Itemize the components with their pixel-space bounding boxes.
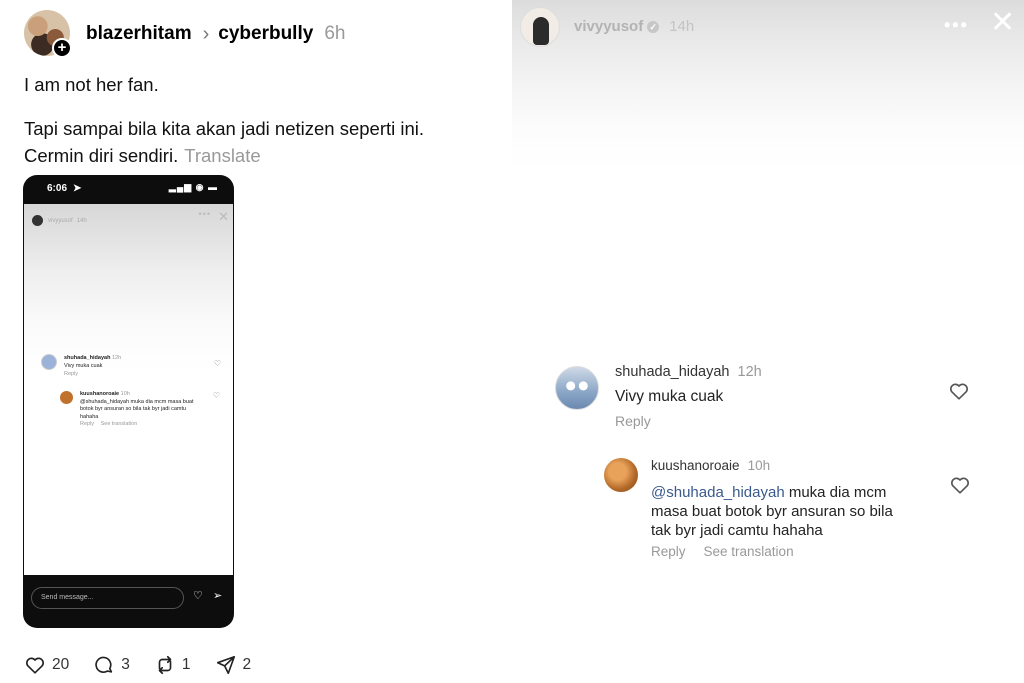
like-button[interactable]: 20 xyxy=(24,654,69,676)
phone-more-icon: ••• xyxy=(198,209,211,219)
phone-status-bar: 6:06 ➤ ▂▄▆ ◉ ▬ xyxy=(23,175,234,203)
phone-story-header: vivyyusof 14h xyxy=(31,214,87,227)
heart-icon xyxy=(950,383,968,400)
repost-icon xyxy=(158,655,172,675)
comment-2-text-line1: muka dia mcm xyxy=(784,484,887,501)
post-actions: 20 3 1 2 xyxy=(24,654,275,676)
story-view: vivyyusof ✓ 14h ••• ✕ xyxy=(512,0,1024,683)
phone-heart-icon: ♡ xyxy=(212,391,220,400)
heart-icon xyxy=(951,477,969,494)
comment-2-time: 10h xyxy=(747,458,771,473)
phone-comment-2-reply: Reply xyxy=(80,421,95,427)
comment-2-like-button[interactable] xyxy=(949,474,971,501)
post-text-2-line2: Cermin diri sendiri. xyxy=(24,145,179,166)
post-text-1: I am not her fan. xyxy=(24,74,159,95)
chevron-right-icon: › xyxy=(202,23,210,45)
close-icon[interactable]: ✕ xyxy=(990,8,1015,38)
phone-comment-2-avatar xyxy=(60,391,73,404)
like-count: 20 xyxy=(52,656,70,673)
phone-status-icons: ▂▄▆ ◉ ▬ xyxy=(168,182,218,192)
comment-2-meta: Reply See translation xyxy=(651,544,794,559)
phone-comment-2-text: @shuhada_hidayah muka dia mcm masa buat … xyxy=(80,398,194,420)
phone-send-icon: ➢ xyxy=(213,590,223,602)
comment-2-text-line3: tak byr jadi camtu hahaha xyxy=(651,522,823,539)
comment-1-user[interactable]: shuhada_hidayah xyxy=(615,364,730,380)
comment-1-reply-button[interactable]: Reply xyxy=(615,413,651,429)
comment-2-text-line2: masa buat botok byr ansuran so bila xyxy=(651,503,893,520)
repost-count: 1 xyxy=(181,656,191,673)
phone-comment-1-time: 12h xyxy=(112,355,122,361)
post-time: 6h xyxy=(324,23,346,44)
comment-2-mention[interactable]: @shuhada_hidayah xyxy=(651,484,785,501)
comment-2-header: kuushanoroaie 10h xyxy=(651,458,770,473)
more-icon[interactable]: ••• xyxy=(944,15,969,36)
location-arrow-icon: ➤ xyxy=(73,183,82,194)
post-text-2: Tapi sampai bila kita akan jadi netizen … xyxy=(24,115,494,169)
comment-2-see-translation[interactable]: See translation xyxy=(704,544,794,559)
comment-1-header: shuhada_hidayah 12h xyxy=(615,364,762,380)
story-header: vivyyusof ✓ 14h xyxy=(574,18,694,35)
post-header: blazerhitam › cyberbully 6h xyxy=(86,21,345,47)
comment-1-time: 12h xyxy=(737,364,762,380)
phone-comment-1-avatar xyxy=(41,354,57,370)
phone-comment-2-time: 10h xyxy=(120,391,130,397)
plus-icon[interactable]: + xyxy=(52,38,72,58)
embedded-screenshot[interactable]: 6:06 ➤ ▂▄▆ ◉ ▬ vivyyusof 14h ••• ✕ shuha… xyxy=(23,175,234,628)
phone-story-time: 14h xyxy=(76,217,87,224)
phone-story-screen: vivyyusof 14h ••• ✕ shuhada_hidayah 12h … xyxy=(24,204,233,575)
phone-status-time: 6:06 xyxy=(47,183,68,194)
phone-send-message-field: Send message... xyxy=(31,587,184,609)
comment-2-avatar[interactable] xyxy=(604,458,638,492)
post-text-2-line1: Tapi sampai bila kita akan jadi netizen … xyxy=(24,118,425,139)
phone-comment-1-reply: Reply xyxy=(64,371,79,377)
story-username[interactable]: vivyyusof xyxy=(574,18,643,35)
share-count: 2 xyxy=(242,656,252,673)
phone-story-user: vivyyusof xyxy=(48,217,73,224)
post: + blazerhitam › cyberbully 6h I am not h… xyxy=(0,0,512,683)
share-icon xyxy=(216,655,235,675)
comment-1-avatar[interactable] xyxy=(555,366,599,410)
story-time: 14h xyxy=(669,18,695,35)
translate-link[interactable]: Translate xyxy=(184,145,260,166)
author-avatar-button[interactable]: + xyxy=(24,10,72,58)
comment-2-reply-button[interactable]: Reply xyxy=(651,544,686,559)
comment-icon xyxy=(95,656,113,673)
comment-2-text: @shuhada_hidayah muka dia mcm masa buat … xyxy=(651,483,941,540)
repost-button[interactable]: 1 xyxy=(154,654,191,676)
comment-2-user[interactable]: kuushanoroaie xyxy=(651,458,740,473)
heart-icon xyxy=(26,657,44,674)
comment-1-text: Vivy muka cuak xyxy=(615,388,724,405)
phone-comment-2-body: kuushanoroaie 10h @shuhada_hidayah muka … xyxy=(80,391,200,429)
verified-icon: ✓ xyxy=(647,20,660,33)
author-name[interactable]: blazerhitam xyxy=(86,23,192,45)
phone-comment-1-user: shuhada_hidayah xyxy=(64,355,111,361)
phone-close-icon: ✕ xyxy=(218,209,229,224)
phone-comment-1-body: shuhada_hidayah 12h Vivy muka cuak Reply xyxy=(64,354,121,378)
phone-comment-1-text: Vivy muka cuak xyxy=(64,363,103,369)
comment-1-like-button[interactable] xyxy=(948,380,970,407)
phone-heart-icon: ♡ xyxy=(193,590,203,602)
phone-story-avatar xyxy=(31,214,44,227)
reply-button[interactable]: 3 xyxy=(93,654,130,676)
phone-heart-icon: ♡ xyxy=(213,359,221,368)
story-user-avatar[interactable] xyxy=(520,7,560,47)
topic-tag[interactable]: cyberbully xyxy=(218,23,313,45)
reply-count: 3 xyxy=(121,656,130,673)
share-button[interactable]: 2 xyxy=(215,654,252,676)
phone-bottom-bar: Send message... ♡ ➢ xyxy=(23,575,234,628)
phone-comment-2-translation: See translation xyxy=(100,421,138,427)
phone-comment-2-user: kuushanoroaie xyxy=(80,391,120,397)
